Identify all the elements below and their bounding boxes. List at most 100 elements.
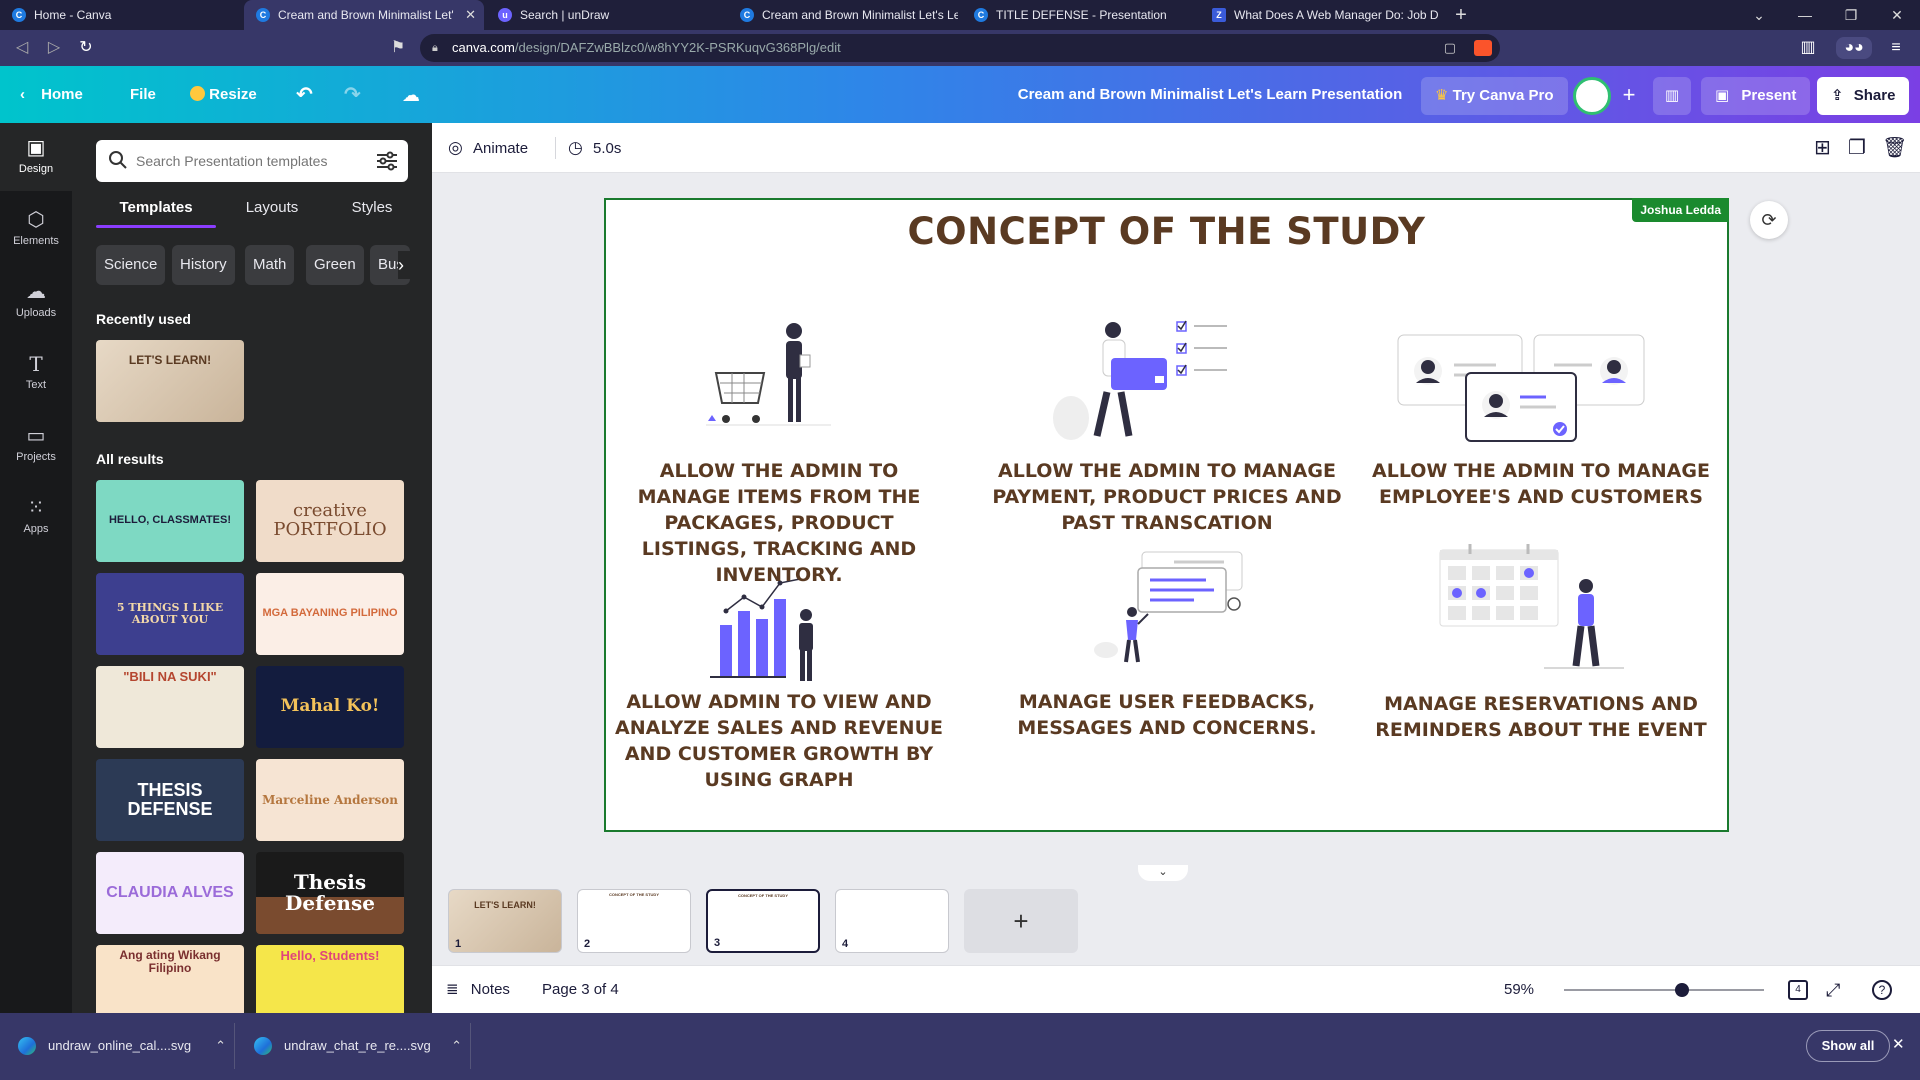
fullscreen-icon[interactable]: ⤢	[1826, 966, 1840, 1014]
add-page-button[interactable]: +	[964, 889, 1078, 953]
show-all-button[interactable]: Show all	[1806, 1030, 1890, 1062]
browser-tab[interactable]: C TITLE DEFENSE - Presentation	[962, 0, 1202, 30]
file-menu-button[interactable]: File	[130, 80, 156, 110]
chevron-up-icon[interactable]: ⌃	[451, 1023, 462, 1069]
search-input[interactable]	[136, 140, 356, 182]
minimize-button[interactable]: —	[1782, 0, 1828, 30]
browser-tab[interactable]: C Cream and Brown Minimalist Let's Lea	[728, 0, 958, 30]
template-thumb[interactable]: CLAUDIA ALVES	[96, 852, 244, 934]
avatar[interactable]	[1573, 77, 1611, 115]
rail-item-text[interactable]: T Text	[0, 339, 72, 407]
chip-history[interactable]: History	[172, 245, 235, 285]
help-icon[interactable]: ?	[1872, 966, 1892, 1014]
close-icon[interactable]: ✕	[1892, 1035, 1905, 1053]
chip-green[interactable]: Green	[306, 245, 364, 285]
template-thumb[interactable]: THESIS DEFENSE	[96, 759, 244, 841]
restore-button[interactable]: ❐	[1828, 0, 1874, 30]
page-thumb-3[interactable]: CONCEPT OF THE STUDY 3	[706, 889, 820, 953]
rail-item-projects[interactable]: ▭ Projects	[0, 411, 72, 479]
document-title[interactable]: Cream and Brown Minimalist Let's Learn P…	[1000, 66, 1420, 123]
caption-item-3[interactable]: ALLOW THE ADMIN TO MANAGE EMPLOYEE'S AND…	[1368, 458, 1714, 510]
tab-styles[interactable]: Styles	[322, 189, 422, 227]
zoom-level[interactable]: 59%	[1504, 966, 1534, 1014]
rail-item-elements[interactable]: ⬡ Elements	[0, 195, 72, 263]
browser-tab[interactable]: u Search | unDraw	[486, 0, 726, 30]
slide-title[interactable]: CONCEPT OF THE STUDY	[606, 210, 1727, 253]
caption-item-2[interactable]: ALLOW THE ADMIN TO MANAGE PAYMENT, PRODU…	[992, 458, 1342, 536]
tab-templates[interactable]: Templates	[96, 189, 216, 227]
notes-button[interactable]: ≣ Notes	[446, 966, 510, 1014]
zoom-slider-handle[interactable]	[1675, 983, 1689, 997]
brave-shield-icon[interactable]	[1474, 40, 1492, 56]
present-button[interactable]: ▣ Present	[1701, 77, 1811, 115]
cloud-save-icon[interactable]: ☁	[402, 80, 420, 110]
zoom-slider[interactable]	[1564, 989, 1764, 991]
pages-grid-button[interactable]: 4	[1788, 966, 1808, 1014]
animate-button[interactable]: ◎ Animate	[448, 123, 528, 173]
clipboard-icon[interactable]: ▢	[1444, 34, 1456, 62]
back-icon[interactable]: ◁	[10, 37, 34, 59]
caption-item-5[interactable]: MANAGE USER FEEDBACKS, MESSAGES AND CONC…	[992, 689, 1342, 741]
template-thumb[interactable]: HELLO, CLASSMATES!	[96, 480, 244, 562]
window-close-button[interactable]: ✕	[1874, 0, 1920, 30]
caption-item-4[interactable]: ALLOW ADMIN TO VIEW AND ANALYZE SALES AN…	[614, 689, 944, 793]
template-thumb[interactable]: creative PORTFOLIO	[256, 480, 404, 562]
chevron-down-icon[interactable]: ⌄	[1138, 865, 1188, 881]
duration-button[interactable]: ◷ 5.0s	[568, 123, 621, 173]
menu-icon[interactable]: ≡	[1884, 37, 1908, 59]
download-item[interactable]: undraw_chat_re_re....svg ⌃	[236, 1023, 470, 1069]
template-thumb[interactable]: MGA BAYANING PILIPINO	[256, 573, 404, 655]
rail-item-apps[interactable]: ⁙ Apps	[0, 483, 72, 551]
filter-icon[interactable]	[376, 151, 398, 171]
home-button[interactable]: ‹ Home	[20, 80, 83, 110]
template-thumb[interactable]: Hello, Students!	[256, 945, 404, 1013]
try-canva-pro-button[interactable]: ♛ Try Canva Pro	[1421, 77, 1568, 115]
forward-icon[interactable]: ▷	[42, 37, 66, 59]
duplicate-icon[interactable]: ❐	[1848, 123, 1866, 173]
tab-layouts[interactable]: Layouts	[222, 189, 322, 227]
slide[interactable]: CONCEPT OF THE STUDY Joshua Ledda ALLOW …	[604, 198, 1729, 832]
page-thumb-4[interactable]: 4	[835, 889, 949, 953]
profile-icon[interactable]: ◕◕	[1836, 37, 1872, 59]
page-thumb-2[interactable]: CONCEPT OF THE STUDY 2	[577, 889, 691, 953]
rail-item-design[interactable]: ▣ Design	[0, 123, 72, 191]
rail-item-uploads[interactable]: ☁ Uploads	[0, 267, 72, 335]
tab-search-icon[interactable]: ⌄	[1736, 0, 1782, 30]
refresh-icon[interactable]: ⟳	[1750, 201, 1788, 239]
undo-icon[interactable]: ↶	[296, 80, 313, 110]
trash-icon[interactable]: 🗑︎	[1882, 123, 1907, 173]
sidebar-icon[interactable]: ▥	[1796, 37, 1820, 59]
caption-item-6[interactable]: MANAGE RESERVATIONS AND REMINDERS ABOUT …	[1368, 691, 1714, 743]
reload-icon[interactable]: ↻	[74, 37, 98, 59]
chip-science[interactable]: Science	[96, 245, 166, 285]
template-thumb[interactable]: Thesis Defense	[256, 852, 404, 934]
bookmark-icon[interactable]: ⚑	[386, 37, 410, 59]
template-thumb[interactable]: Ang ating Wikang Filipino	[96, 945, 244, 1013]
caption-item-1[interactable]: ALLOW THE ADMIN TO MANAGE ITEMS FROM THE…	[614, 458, 944, 588]
vertical-scrollbar[interactable]	[1908, 173, 1918, 853]
analytics-icon[interactable]: ▥	[1653, 77, 1691, 115]
chip-math[interactable]: Math	[245, 245, 295, 285]
new-tab-button[interactable]: +	[1438, 0, 1484, 30]
chevron-right-icon[interactable]: ›	[398, 251, 422, 279]
url-field[interactable]: 🔒︎ canva.com/design/DAFZwBBlzc0/w8hYY2K-…	[420, 34, 1500, 62]
browser-tab-active[interactable]: C Cream and Brown Minimalist Let' ✕	[244, 0, 484, 30]
add-page-icon[interactable]: ⊞	[1814, 123, 1831, 173]
template-thumb[interactable]: Marceline Anderson	[256, 759, 404, 841]
search-box[interactable]	[96, 140, 408, 182]
horizontal-scrollbar[interactable]	[432, 857, 1920, 865]
download-item[interactable]: undraw_online_cal....svg ⌃	[0, 1023, 234, 1069]
template-thumb[interactable]: 5 THINGS I LIKE ABOUT YOU	[96, 573, 244, 655]
page-thumb-1[interactable]: LET'S LEARN! 1	[448, 889, 562, 953]
recent-template-thumb[interactable]: LET'S LEARN!	[96, 340, 244, 422]
close-icon[interactable]: ✕	[465, 0, 476, 30]
browser-tab[interactable]: Z What Does A Web Manager Do: Job D	[1200, 0, 1440, 30]
resize-button[interactable]: Resize	[190, 80, 257, 110]
browser-tab[interactable]: C Home - Canva	[0, 0, 240, 30]
share-button[interactable]: ⇪ Share	[1817, 77, 1910, 115]
template-thumb[interactable]: Mahal Ko!	[256, 666, 404, 748]
template-thumb[interactable]: "BILI NA SUKI"	[96, 666, 244, 748]
add-collaborator-icon[interactable]: +	[1614, 80, 1644, 110]
chevron-up-icon[interactable]: ⌃	[215, 1023, 226, 1069]
redo-icon[interactable]: ↷	[344, 80, 361, 110]
